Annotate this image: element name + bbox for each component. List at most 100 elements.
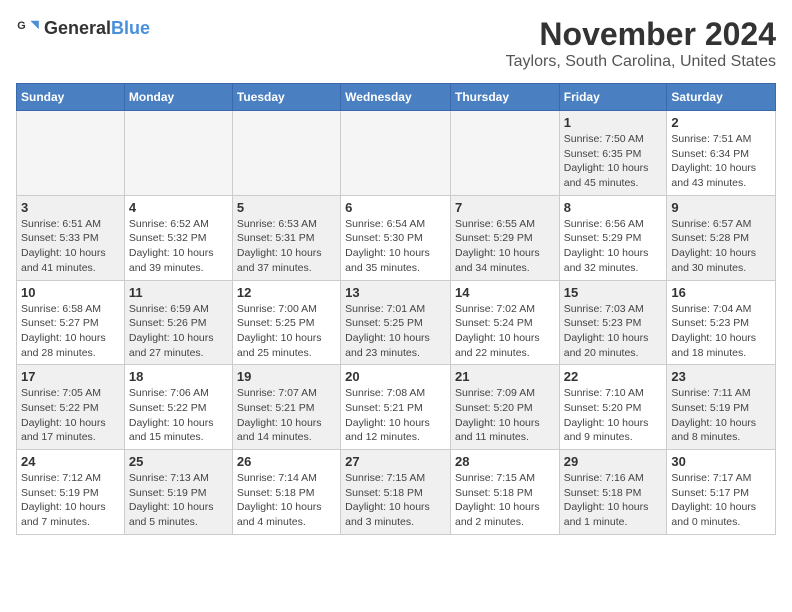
calendar-day-cell: 9 Sunrise: 6:57 AM Sunset: 5:28 PM Daylig…: [667, 195, 776, 280]
day-info: Sunrise: 7:50 AM Sunset: 6:35 PM Dayligh…: [564, 132, 663, 191]
calendar-day-cell: 26 Sunrise: 7:14 AM Sunset: 5:18 PM Dayli…: [232, 450, 340, 535]
day-number: 20: [345, 369, 446, 384]
calendar-day-cell: 1 Sunrise: 7:50 AM Sunset: 6:35 PM Daylig…: [559, 111, 667, 196]
calendar-week-row: 10Sunrise: 6:58 AM Sunset: 5:27 PM Dayli…: [17, 280, 776, 365]
calendar-day-cell: 19 Sunrise: 7:07 AM Sunset: 5:21 PM Dayli…: [232, 365, 340, 450]
day-info: Sunrise: 7:07 AM Sunset: 5:21 PM Dayligh…: [237, 386, 336, 445]
day-number: 19: [237, 369, 336, 384]
svg-text:G: G: [17, 20, 25, 32]
day-info: Sunrise: 7:11 AM Sunset: 5:19 PM Dayligh…: [671, 386, 771, 445]
day-info: Sunrise: 7:17 AM Sunset: 5:17 PM Dayligh…: [671, 471, 771, 530]
day-info: Sunrise: 7:12 AM Sunset: 5:19 PM Dayligh…: [21, 471, 120, 530]
day-info: Sunrise: 7:14 AM Sunset: 5:18 PM Dayligh…: [237, 471, 336, 530]
day-info: Sunrise: 7:06 AM Sunset: 5:22 PM Dayligh…: [129, 386, 228, 445]
calendar-day-cell: 28 Sunrise: 7:15 AM Sunset: 5:18 PM Dayli…: [450, 450, 559, 535]
day-number: 11: [129, 285, 228, 300]
day-number: 25: [129, 454, 228, 469]
day-info: Sunrise: 6:57 AM Sunset: 5:28 PM Dayligh…: [671, 217, 771, 276]
title-block: November 2024 Taylors, South Carolina, U…: [506, 16, 776, 71]
calendar-table: SundayMondayTuesdayWednesdayThursdayFrid…: [16, 83, 776, 535]
calendar-weekday-sunday: Sunday: [17, 84, 125, 111]
logo-icon: G: [16, 16, 40, 40]
calendar-weekday-monday: Monday: [124, 84, 232, 111]
day-info: Sunrise: 7:15 AM Sunset: 5:18 PM Dayligh…: [345, 471, 446, 530]
day-number: 23: [671, 369, 771, 384]
day-number: 14: [455, 285, 555, 300]
calendar-header-row: SundayMondayTuesdayWednesdayThursdayFrid…: [17, 84, 776, 111]
day-number: 9: [671, 200, 771, 215]
day-info: Sunrise: 7:15 AM Sunset: 5:18 PM Dayligh…: [455, 471, 555, 530]
day-number: 6: [345, 200, 446, 215]
calendar-day-cell: 30 Sunrise: 7:17 AM Sunset: 5:17 PM Dayli…: [667, 450, 776, 535]
day-info: Sunrise: 7:10 AM Sunset: 5:20 PM Dayligh…: [564, 386, 663, 445]
day-info: Sunrise: 6:52 AM Sunset: 5:32 PM Dayligh…: [129, 217, 228, 276]
calendar-week-row: 24 Sunrise: 7:12 AM Sunset: 5:19 PM Dayli…: [17, 450, 776, 535]
calendar-weekday-thursday: Thursday: [450, 84, 559, 111]
calendar-day-cell: 24 Sunrise: 7:12 AM Sunset: 5:19 PM Dayli…: [17, 450, 125, 535]
day-number: 18: [129, 369, 228, 384]
day-number: 4: [129, 200, 228, 215]
calendar-day-cell: 4 Sunrise: 6:52 AM Sunset: 5:32 PM Daylig…: [124, 195, 232, 280]
day-info: Sunrise: 7:03 AM Sunset: 5:23 PM Dayligh…: [564, 302, 663, 361]
calendar-day-cell: 10Sunrise: 6:58 AM Sunset: 5:27 PM Dayli…: [17, 280, 125, 365]
day-info: Sunrise: 7:16 AM Sunset: 5:18 PM Dayligh…: [564, 471, 663, 530]
page-subtitle: Taylors, South Carolina, United States: [506, 53, 776, 71]
day-info: Sunrise: 6:53 AM Sunset: 5:31 PM Dayligh…: [237, 217, 336, 276]
day-number: 24: [21, 454, 120, 469]
day-info: Sunrise: 7:01 AM Sunset: 5:25 PM Dayligh…: [345, 302, 446, 361]
page-title: November 2024: [506, 16, 776, 53]
calendar-week-row: 3Sunrise: 6:51 AM Sunset: 5:33 PM Daylig…: [17, 195, 776, 280]
day-number: 1: [564, 115, 663, 130]
calendar-weekday-tuesday: Tuesday: [232, 84, 340, 111]
logo-text-general: General: [44, 18, 111, 38]
calendar-day-cell: 15 Sunrise: 7:03 AM Sunset: 5:23 PM Dayli…: [559, 280, 667, 365]
calendar-day-cell: 14Sunrise: 7:02 AM Sunset: 5:24 PM Dayli…: [450, 280, 559, 365]
day-number: 8: [564, 200, 663, 215]
calendar-day-cell: [124, 111, 232, 196]
calendar-day-cell: 13 Sunrise: 7:01 AM Sunset: 5:25 PM Dayli…: [341, 280, 451, 365]
calendar-day-cell: 3Sunrise: 6:51 AM Sunset: 5:33 PM Daylig…: [17, 195, 125, 280]
calendar-day-cell: 7Sunrise: 6:55 AM Sunset: 5:29 PM Daylig…: [450, 195, 559, 280]
calendar-day-cell: 6 Sunrise: 6:54 AM Sunset: 5:30 PM Daylig…: [341, 195, 451, 280]
logo-text-blue: Blue: [111, 18, 150, 38]
day-info: Sunrise: 6:55 AM Sunset: 5:29 PM Dayligh…: [455, 217, 555, 276]
calendar-day-cell: 16Sunrise: 7:04 AM Sunset: 5:23 PM Dayli…: [667, 280, 776, 365]
day-number: 5: [237, 200, 336, 215]
day-number: 30: [671, 454, 771, 469]
calendar-day-cell: 18 Sunrise: 7:06 AM Sunset: 5:22 PM Dayli…: [124, 365, 232, 450]
day-info: Sunrise: 6:56 AM Sunset: 5:29 PM Dayligh…: [564, 217, 663, 276]
calendar-day-cell: [17, 111, 125, 196]
calendar-weekday-saturday: Saturday: [667, 84, 776, 111]
day-number: 26: [237, 454, 336, 469]
day-number: 21: [455, 369, 555, 384]
day-number: 27: [345, 454, 446, 469]
day-number: 28: [455, 454, 555, 469]
day-number: 12: [237, 285, 336, 300]
calendar-day-cell: 25 Sunrise: 7:13 AM Sunset: 5:19 PM Dayli…: [124, 450, 232, 535]
day-number: 15: [564, 285, 663, 300]
logo: G GeneralBlue: [16, 16, 150, 40]
calendar-day-cell: 23 Sunrise: 7:11 AM Sunset: 5:19 PM Dayli…: [667, 365, 776, 450]
day-info: Sunrise: 7:04 AM Sunset: 5:23 PM Dayligh…: [671, 302, 771, 361]
calendar-week-row: 17Sunrise: 7:05 AM Sunset: 5:22 PM Dayli…: [17, 365, 776, 450]
calendar-day-cell: 2Sunrise: 7:51 AM Sunset: 6:34 PM Daylig…: [667, 111, 776, 196]
calendar-day-cell: 21 Sunrise: 7:09 AM Sunset: 5:20 PM Dayli…: [450, 365, 559, 450]
day-info: Sunrise: 7:05 AM Sunset: 5:22 PM Dayligh…: [21, 386, 120, 445]
calendar-day-cell: 5 Sunrise: 6:53 AM Sunset: 5:31 PM Daylig…: [232, 195, 340, 280]
day-info: Sunrise: 7:09 AM Sunset: 5:20 PM Dayligh…: [455, 386, 555, 445]
calendar-day-cell: 29Sunrise: 7:16 AM Sunset: 5:18 PM Dayli…: [559, 450, 667, 535]
day-number: 10: [21, 285, 120, 300]
day-info: Sunrise: 6:54 AM Sunset: 5:30 PM Dayligh…: [345, 217, 446, 276]
day-info: Sunrise: 7:13 AM Sunset: 5:19 PM Dayligh…: [129, 471, 228, 530]
calendar-day-cell: 8 Sunrise: 6:56 AM Sunset: 5:29 PM Daylig…: [559, 195, 667, 280]
day-info: Sunrise: 7:00 AM Sunset: 5:25 PM Dayligh…: [237, 302, 336, 361]
calendar-day-cell: [450, 111, 559, 196]
calendar-day-cell: [341, 111, 451, 196]
day-info: Sunrise: 7:08 AM Sunset: 5:21 PM Dayligh…: [345, 386, 446, 445]
calendar-day-cell: 12 Sunrise: 7:00 AM Sunset: 5:25 PM Dayli…: [232, 280, 340, 365]
day-number: 22: [564, 369, 663, 384]
calendar-day-cell: 20 Sunrise: 7:08 AM Sunset: 5:21 PM Dayli…: [341, 365, 451, 450]
calendar-day-cell: [232, 111, 340, 196]
day-number: 13: [345, 285, 446, 300]
calendar-week-row: 1 Sunrise: 7:50 AM Sunset: 6:35 PM Daylig…: [17, 111, 776, 196]
